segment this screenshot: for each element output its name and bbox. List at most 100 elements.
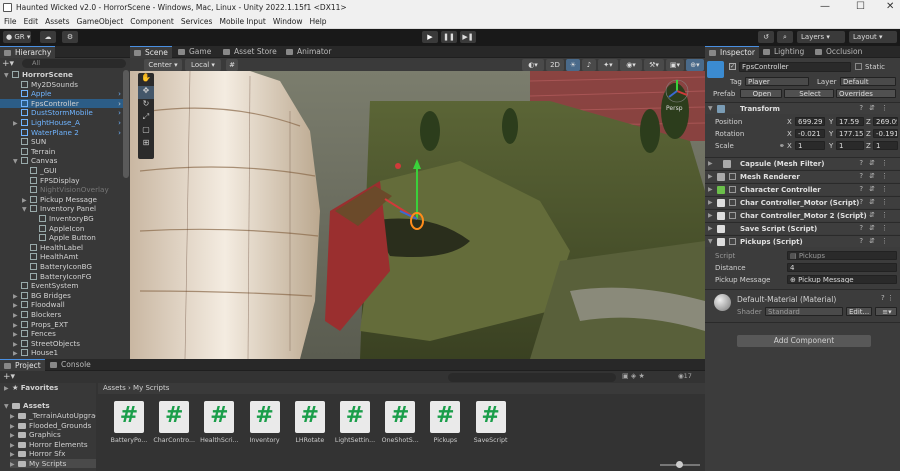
shader-list-icon[interactable]: ≡▾ xyxy=(875,307,897,316)
script-asset[interactable]: # LHRotate xyxy=(288,401,332,444)
object-name-field[interactable]: FpsController xyxy=(739,62,851,72)
tab-animator[interactable]: Animator xyxy=(282,46,335,58)
breadcrumb-assets[interactable]: Assets xyxy=(103,384,126,392)
search-icon[interactable]: ⌕ xyxy=(777,31,793,43)
prefab-open-icon[interactable]: › xyxy=(118,118,121,128)
space-dropdown[interactable]: Local ▾ xyxy=(185,59,221,71)
hierarchy-item[interactable]: BatteryIconBG xyxy=(0,262,123,272)
menu-file[interactable]: File xyxy=(4,15,17,29)
pos-y-field[interactable]: 17.59 xyxy=(836,117,864,126)
camera-icon[interactable]: ▣▾ xyxy=(666,59,684,71)
motor2-menu-icon[interactable]: ?⇵⋮ xyxy=(859,211,894,219)
prefab-open-icon[interactable]: › xyxy=(118,108,121,118)
char-controller-checkbox[interactable] xyxy=(729,186,736,193)
hierarchy-item[interactable]: ▶ Fences xyxy=(0,329,123,339)
prefab-open-button[interactable]: Open xyxy=(740,89,782,98)
tab-scene[interactable]: Scene xyxy=(130,46,172,58)
menu-mobile-input[interactable]: Mobile Input xyxy=(219,15,265,29)
hierarchy-item[interactable]: ▶ StreetObjects xyxy=(0,339,123,349)
folder-fold-icon[interactable]: ▶ xyxy=(10,460,18,470)
script-asset[interactable]: # HealthScri... xyxy=(197,401,241,444)
menu-component[interactable]: Component xyxy=(130,15,174,29)
menu-gameobject[interactable]: GameObject xyxy=(77,15,124,29)
rot-z-field[interactable]: -0.191 xyxy=(873,129,898,138)
mesh-renderer-checkbox[interactable] xyxy=(729,173,736,180)
hierarchy-item[interactable]: EventSystem xyxy=(0,281,123,291)
tools-icon[interactable]: ⚒▾ xyxy=(644,59,664,71)
static-checkbox[interactable] xyxy=(855,63,862,70)
transform-header[interactable]: ▼ Transform ?⇵⋮ xyxy=(705,102,900,115)
component-capsule[interactable]: ▶ Capsule (Mesh Filter) ?⇵⋮ xyxy=(705,157,900,170)
hand-tool-icon[interactable]: ✋ xyxy=(138,73,154,86)
hierarchy-item[interactable]: ▶ Blockers xyxy=(0,310,123,320)
hierarchy-item[interactable]: HealthAmt xyxy=(0,252,123,262)
collab-icon[interactable]: ⚙ xyxy=(62,31,78,43)
prefab-open-icon[interactable]: › xyxy=(118,89,121,99)
hierarchy-item[interactable]: NightVisionOverlay xyxy=(0,185,123,195)
transform-tool-icon[interactable]: ⊞ xyxy=(138,138,154,151)
pivot-dropdown[interactable]: Center ▾ xyxy=(144,59,182,71)
zoom-slider-handle[interactable] xyxy=(676,461,683,468)
distance-field[interactable]: 4 xyxy=(787,263,897,272)
script-asset[interactable]: # Pickups xyxy=(423,401,467,444)
move-tool-icon[interactable]: ✥ xyxy=(138,86,154,99)
material-menu-icon[interactable]: ? ⋮ xyxy=(881,294,894,302)
history-icon[interactable]: ↺ xyxy=(758,31,774,43)
hierarchy-item[interactable]: AppleIcon xyxy=(0,224,123,234)
scl-y-field[interactable]: 1 xyxy=(836,141,864,150)
scale-lock-icon[interactable]: ⚭ xyxy=(779,142,785,150)
scl-z-field[interactable]: 1 xyxy=(873,141,898,150)
hierarchy-search-input[interactable]: All xyxy=(22,59,126,68)
hierarchy-item[interactable]: InventoryBG xyxy=(0,214,123,224)
hierarchy-item[interactable]: DustStormMobile › xyxy=(0,108,123,118)
prefab-select-button[interactable]: Select xyxy=(784,89,834,98)
pos-z-field[interactable]: 269.09 xyxy=(873,117,898,126)
hierarchy-item[interactable]: Apple Button xyxy=(0,233,123,243)
pause-button[interactable]: ❚❚ xyxy=(441,31,457,43)
create-asset-button[interactable]: +▾ xyxy=(3,372,15,382)
shader-edit-button[interactable]: Edit... xyxy=(846,307,872,316)
hierarchy-item[interactable]: WaterPlane 2 › xyxy=(0,128,123,138)
shader-dropdown[interactable]: Standard xyxy=(765,307,843,316)
rect-tool-icon[interactable]: ▢ xyxy=(138,125,154,138)
tab-inspector[interactable]: Inspector xyxy=(705,46,759,58)
minimize-button[interactable]: — xyxy=(820,1,830,12)
pos-x-field[interactable]: 699.29 xyxy=(795,117,825,126)
close-button[interactable]: ✕ xyxy=(886,1,894,12)
hierarchy-item[interactable]: Apple › xyxy=(0,89,123,99)
component-save-script[interactable]: ▶ Save Script (Script) ?⇵⋮ xyxy=(705,222,900,235)
motor-checkbox[interactable] xyxy=(729,199,736,206)
tab-console[interactable]: Console xyxy=(46,359,95,371)
capsule-menu-icon[interactable]: ?⇵⋮ xyxy=(859,159,894,167)
script-asset[interactable]: # LightSettin... xyxy=(333,401,377,444)
gizmos-icon[interactable]: ⊕▾ xyxy=(686,59,704,71)
add-component-button[interactable]: Add Component xyxy=(737,335,871,347)
pickups-checkbox[interactable] xyxy=(729,238,736,245)
tab-game[interactable]: Game xyxy=(174,46,215,58)
tab-occlusion[interactable]: Occlusion xyxy=(811,46,866,58)
hierarchy-scrollbar[interactable] xyxy=(123,70,129,178)
rot-x-field[interactable]: -0.021 xyxy=(795,129,825,138)
scene-viewport[interactable]: Persp ✋ ✥ ↻ ⤢ ▢ ⊞ xyxy=(130,71,705,359)
component-motor[interactable]: ▶ Char Controller_Motor (Script) ?⇵⋮ xyxy=(705,196,900,209)
hierarchy-item[interactable]: ▶ BG Bridges xyxy=(0,291,123,301)
tag-dropdown[interactable]: Player xyxy=(745,77,809,86)
hierarchy-item[interactable]: ▶ LightHouse_A › xyxy=(0,118,123,128)
hierarchy-item[interactable]: SUN xyxy=(0,137,123,147)
project-folder[interactable]: ▶ Graphics xyxy=(10,430,96,440)
project-folder[interactable]: ▶ Horror Elements xyxy=(10,440,96,450)
hierarchy-item[interactable]: ▶ Floodwall xyxy=(0,300,123,310)
prefab-overrides-dropdown[interactable]: Overrides xyxy=(836,89,896,98)
hierarchy-item[interactable]: ▼ HorrorScene xyxy=(0,70,123,80)
menu-window[interactable]: Window xyxy=(273,15,303,29)
char-controller-menu-icon[interactable]: ?⇵⋮ xyxy=(859,185,894,193)
maximize-button[interactable]: ☐ xyxy=(856,1,865,12)
project-folder[interactable]: ▶ My Scripts xyxy=(10,458,96,470)
hidden-objects-icon[interactable]: ◉▾ xyxy=(620,59,642,71)
step-button[interactable]: ▶❚ xyxy=(460,31,476,43)
prefab-open-icon[interactable]: › xyxy=(118,99,121,109)
project-folder[interactable]: ▶ Flooded_Grounds xyxy=(10,421,96,431)
assets-node[interactable]: ▼ Assets xyxy=(4,401,50,411)
account-dropdown[interactable]: ● GR ▾ xyxy=(3,31,31,43)
rot-y-field[interactable]: 177.158 xyxy=(836,129,864,138)
